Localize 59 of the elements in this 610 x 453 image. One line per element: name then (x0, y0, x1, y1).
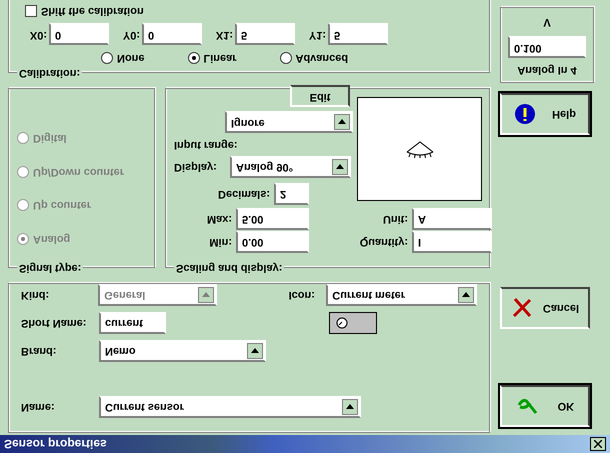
text-field[interactable]: 0.00 (236, 231, 309, 253)
close-icon (594, 440, 602, 448)
field-label: Icon: (288, 288, 316, 304)
text-field[interactable]: A (412, 208, 492, 230)
radio-label: Up/Down counter (33, 165, 124, 180)
radio-button[interactable] (188, 52, 200, 64)
channel-label: Analog In 4 (517, 63, 577, 78)
dropdown[interactable]: Current sensor (99, 396, 361, 418)
window-title: Sensor properties (4, 436, 107, 453)
gauge-icon (404, 140, 434, 158)
radio-button[interactable] (280, 52, 292, 64)
field-label: Y1: (308, 28, 326, 43)
dialog-button[interactable]: Help (500, 93, 590, 135)
field-label: Display: (174, 160, 218, 176)
field-label: Kind: (21, 288, 50, 304)
radio-label: Digital (33, 132, 67, 146)
text-field[interactable]: 5 (235, 24, 295, 46)
text-field[interactable]: 5.00 (236, 208, 309, 230)
radio-label: Linear (204, 51, 237, 66)
dropdown[interactable]: Ignore (225, 112, 353, 134)
field-label: Input range: (174, 138, 239, 153)
field-label: Short Name: (21, 316, 88, 332)
radio-button[interactable] (101, 52, 113, 64)
field-label: X0: (28, 28, 47, 43)
field-label: Unit: (382, 212, 408, 228)
text-field[interactable]: 2 (274, 183, 309, 205)
dropdown[interactable]: Analog 90° (230, 156, 351, 178)
unit-label: V (543, 16, 551, 30)
text-field[interactable]: 5 (328, 24, 388, 46)
field-label: X1: (214, 28, 233, 43)
text-field[interactable]: 0 (142, 24, 202, 46)
dialog-button[interactable]: OK (500, 385, 590, 427)
info-icon (514, 103, 536, 125)
dialog-button[interactable]: Cancel (500, 287, 590, 329)
text-field[interactable]: current (99, 312, 166, 334)
field-label: Quantity: (358, 235, 408, 250)
text-field[interactable]: 0 (49, 24, 109, 46)
dropdown[interactable]: Nemo (99, 340, 266, 362)
text-field[interactable]: I (412, 231, 492, 253)
cross-icon (510, 297, 533, 319)
meter-icon (336, 317, 348, 329)
dropdown[interactable]: Current meter (326, 284, 477, 306)
field-label: Min: (208, 235, 232, 250)
radio-label: Advanced (296, 51, 348, 66)
group-title: Signal type: (17, 261, 84, 275)
close-button[interactable] (590, 437, 606, 451)
field-label: Max: (206, 212, 232, 228)
dialog-button[interactable]: Edit (290, 86, 350, 108)
group-title: Scaling and display: (174, 261, 284, 275)
reading-field[interactable]: 0.100 (508, 36, 586, 58)
field-label: Brand: (21, 344, 58, 360)
radio-label: Analog (33, 232, 70, 247)
radio-label: None (117, 51, 144, 66)
radio-label: Up counter (33, 198, 92, 214)
field-label: Decimals: (217, 187, 270, 202)
checkbox-label: Shift the calibration (41, 4, 144, 20)
field-label: Y0: (122, 28, 140, 43)
field-label: Name: (21, 400, 56, 416)
checkbox[interactable] (25, 5, 37, 18)
